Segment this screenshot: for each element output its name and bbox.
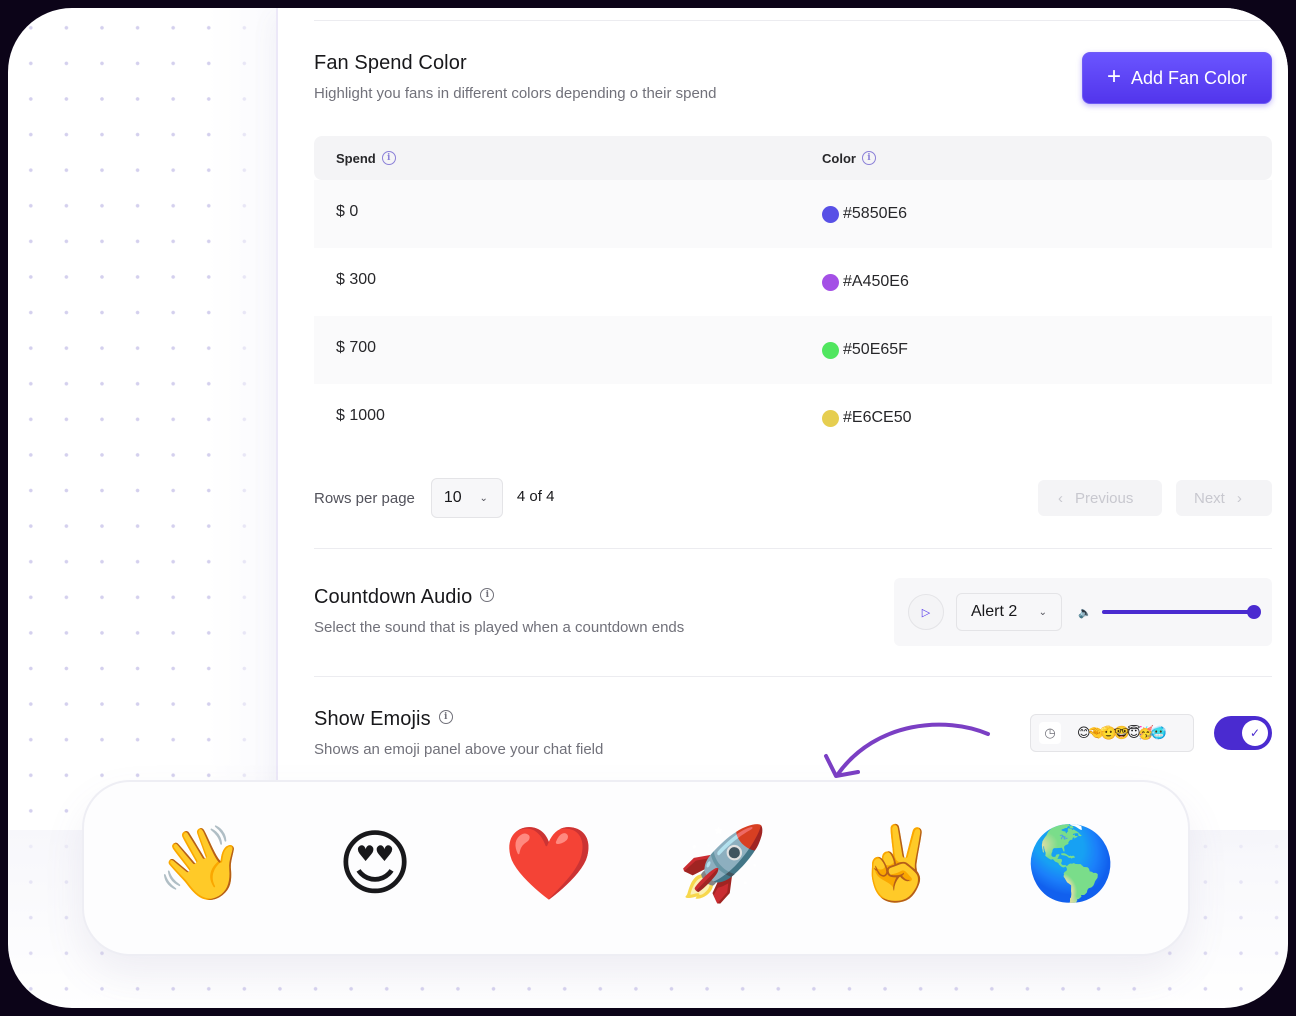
background-fade: [208, 8, 276, 788]
table-row[interactable]: $ 300 #A450E6: [314, 248, 1272, 316]
plus-icon: +: [1106, 63, 1121, 90]
previous-label: Previous: [1075, 489, 1134, 507]
table-row[interactable]: $ 1000 #E6CE50: [314, 384, 1272, 452]
section-subtitle: Shows an emoji panel above your chat fie…: [314, 741, 604, 758]
next-label: Next: [1194, 489, 1225, 507]
column-label: Color: [822, 150, 856, 166]
add-fan-color-label: Add Fan Color: [1130, 67, 1248, 88]
info-icon[interactable]: i: [381, 151, 396, 165]
emoji-panel: 👋 😍 ❤️ 🚀 ✌️ 🌎: [82, 780, 1190, 956]
color-cell: #A450E6: [822, 273, 909, 291]
show-emojis-header: Show Emojis i Shows an emoji panel above…: [314, 708, 603, 758]
color-hex: #50E65F: [843, 341, 908, 358]
audio-controls: ▷ Alert 2 ⌄ 🔈: [894, 578, 1272, 646]
heart-eyes-emoji[interactable]: 😍: [320, 828, 430, 900]
play-icon: ▷: [921, 606, 931, 619]
divider: [314, 20, 1272, 21]
color-hex: #5850E6: [843, 205, 908, 222]
countdown-audio-header: Countdown Audio i Select the sound that …: [314, 586, 684, 636]
color-swatch[interactable]: [822, 273, 839, 291]
fan-spend-header: Fan Spend Color Highlight you fans in di…: [314, 52, 717, 102]
spend-cell: $ 0: [336, 203, 359, 220]
color-swatch[interactable]: [822, 409, 839, 427]
pagination: Rows per page 10 ⌄ 4 of 4 ‹ Previous Nex…: [314, 478, 1272, 518]
add-fan-color-button[interactable]: + Add Fan Color: [1082, 52, 1272, 104]
info-icon[interactable]: i: [438, 710, 453, 724]
table-body: $ 0 #5850E6 $ 300 #A450E6 $ 700 #50E65F …: [314, 180, 1272, 452]
color-swatch[interactable]: [822, 205, 839, 223]
preview-emojis: 😊🤏🫡🤓😇🥳🥶: [1077, 725, 1167, 740]
section-subtitle: Highlight you fans in different colors d…: [314, 85, 717, 102]
rocket-emoji[interactable]: 🚀: [668, 828, 778, 900]
volume-slider-thumb[interactable]: [1246, 605, 1261, 619]
rows-per-page-label: Rows per page: [314, 489, 415, 507]
volume-icon: 🔈: [1078, 606, 1092, 619]
color-cell: #5850E6: [822, 205, 907, 223]
color-hex: #E6CE50: [843, 409, 912, 426]
section-title: Countdown Audio: [314, 586, 473, 608]
app-frame: Fan Spend Color Highlight you fans in di…: [8, 8, 1288, 1008]
show-emojis-toggle[interactable]: ✓: [1214, 716, 1272, 750]
rows-per-page-select[interactable]: 10 ⌄: [430, 478, 503, 518]
section-title: Fan Spend Color: [314, 52, 467, 74]
waving-hand-emoji[interactable]: 👋: [146, 828, 256, 900]
color-cell: #E6CE50: [822, 409, 912, 427]
info-icon[interactable]: i: [861, 151, 876, 165]
color-cell: #50E65F: [822, 341, 908, 359]
section-title: Show Emojis: [314, 708, 431, 730]
curved-arrow-icon: [824, 722, 990, 778]
sound-select[interactable]: Alert 2 ⌄: [956, 593, 1062, 631]
divider: [314, 676, 1272, 677]
title-row: Show Emojis i: [314, 708, 603, 731]
table-header: Spend i Color i: [314, 136, 1272, 180]
chevron-left-icon: ‹: [1058, 489, 1063, 507]
page-count: 4 of 4: [516, 487, 555, 505]
table-row[interactable]: $ 700 #50E65F: [314, 316, 1272, 384]
chevron-down-icon: ⌄: [1038, 606, 1047, 618]
spend-cell: $ 300: [336, 271, 377, 288]
settings-panel: Fan Spend Color Highlight you fans in di…: [276, 8, 1288, 830]
sound-select-value: Alert 2: [971, 603, 1018, 620]
rows-per-page-value: 10: [443, 489, 462, 506]
column-label: Spend: [336, 150, 376, 166]
chevron-down-icon: ⌄: [479, 492, 488, 504]
table-row[interactable]: $ 0 #5850E6: [314, 180, 1272, 248]
chevron-right-icon: ›: [1236, 489, 1242, 507]
globe-emoji[interactable]: 🌎: [1016, 828, 1126, 900]
pagination-controls: ‹ Previous Next ›: [1038, 480, 1272, 516]
fan-spend-table: Spend i Color i $ 0 #5850E6 $ 300 #A450E…: [314, 136, 1272, 452]
spend-cell: $ 1000: [336, 407, 385, 424]
next-page-button[interactable]: Next ›: [1176, 480, 1272, 516]
color-swatch[interactable]: [822, 341, 839, 359]
color-hex: #A450E6: [843, 273, 909, 290]
column-header-color: Color i: [822, 151, 876, 166]
title-row: Countdown Audio i: [314, 586, 684, 609]
clock-icon: ◷: [1039, 722, 1061, 744]
divider: [314, 548, 1272, 549]
column-header-spend: Spend i: [314, 151, 822, 166]
play-button[interactable]: ▷: [908, 594, 944, 630]
volume-slider-fill: [1101, 610, 1254, 614]
section-subtitle: Select the sound that is played when a c…: [314, 619, 685, 636]
check-icon: ✓: [1242, 720, 1268, 746]
spend-cell: $ 700: [336, 339, 377, 356]
info-icon[interactable]: i: [480, 588, 495, 602]
volume-slider[interactable]: [1101, 605, 1261, 619]
red-heart-emoji[interactable]: ❤️: [494, 828, 604, 900]
previous-page-button[interactable]: ‹ Previous: [1038, 480, 1162, 516]
emoji-preview-strip: ◷ 😊🤏🫡🤓😇🥳🥶: [1030, 714, 1194, 752]
victory-hand-emoji[interactable]: ✌️: [842, 828, 952, 900]
